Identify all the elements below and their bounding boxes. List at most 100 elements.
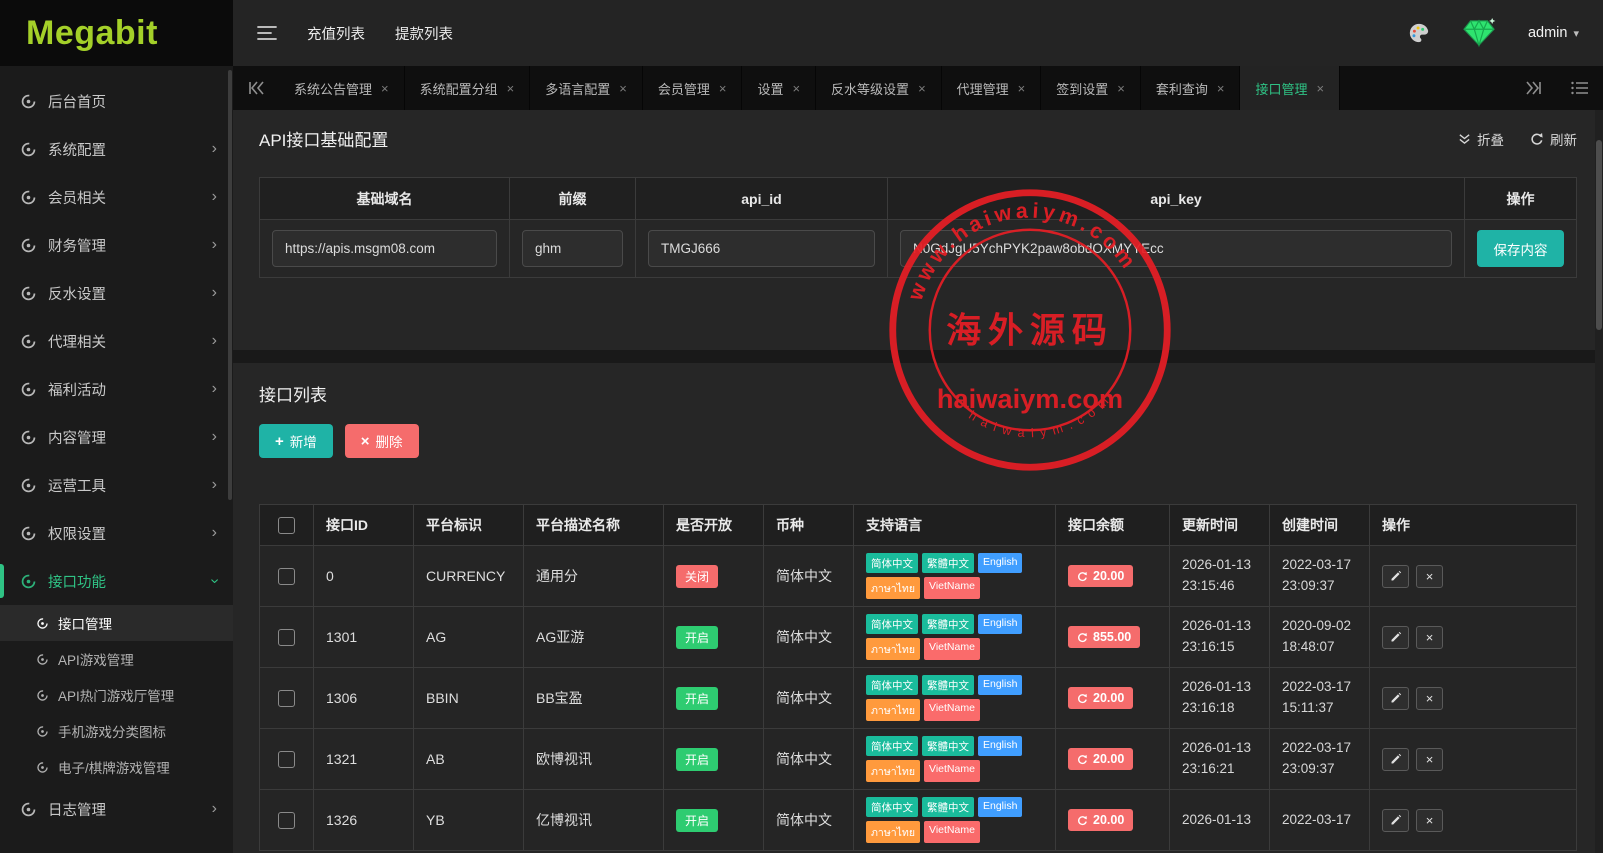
- row-checkbox[interactable]: [278, 629, 295, 646]
- edit-button[interactable]: [1382, 809, 1409, 832]
- sidebar-item-11[interactable]: 日志管理›: [0, 785, 233, 833]
- api-key-input[interactable]: [900, 230, 1452, 267]
- disc-icon: [20, 333, 37, 350]
- row-delete-button[interactable]: ×: [1416, 748, 1443, 771]
- app-logo[interactable]: Megabit: [0, 0, 233, 66]
- tabs-menu-button[interactable]: [1557, 66, 1603, 110]
- tab-close-icon[interactable]: ×: [507, 82, 515, 95]
- row-delete-button[interactable]: ×: [1416, 626, 1443, 649]
- sidebar-item-1[interactable]: 系统配置›: [0, 125, 233, 173]
- sidebar-subitem-4[interactable]: 电子/棋牌游戏管理: [0, 749, 233, 785]
- sidebar-item-7[interactable]: 内容管理›: [0, 413, 233, 461]
- hamburger-menu-icon[interactable]: [257, 25, 277, 41]
- row-delete-button[interactable]: ×: [1416, 809, 1443, 832]
- tab-3[interactable]: 会员管理×: [643, 66, 743, 110]
- collapse-button[interactable]: 折叠: [1458, 129, 1504, 149]
- tab-2[interactable]: 多语言配置×: [530, 66, 643, 110]
- cell-platform-code: AG: [414, 607, 524, 668]
- tab-4[interactable]: 设置×: [742, 66, 816, 110]
- tabs-scroll-left-button[interactable]: [233, 66, 279, 110]
- user-menu[interactable]: admin ▾: [1528, 25, 1579, 41]
- list-column-7: 更新时间: [1170, 505, 1270, 546]
- sidebar-item-4[interactable]: 反水设置›: [0, 269, 233, 317]
- cell-platform-code: YB: [414, 790, 524, 851]
- tab-close-icon[interactable]: ×: [1018, 82, 1026, 95]
- row-delete-button[interactable]: ×: [1416, 687, 1443, 710]
- tab-label: 接口管理: [1255, 79, 1307, 98]
- add-button[interactable]: + 新增: [259, 424, 333, 458]
- cell-updated: 2026-01-1323:15:46: [1170, 546, 1270, 607]
- list-column-3: 是否开放: [664, 505, 764, 546]
- sidebar-item-6[interactable]: 福利活动›: [0, 365, 233, 413]
- row-delete-button[interactable]: ×: [1416, 565, 1443, 588]
- edit-button[interactable]: [1382, 626, 1409, 649]
- sidebar-item-label: 权限设置: [48, 523, 106, 544]
- balance-badge[interactable]: 20.00: [1068, 809, 1133, 831]
- language-badge: 简体中文: [866, 614, 918, 634]
- page-scrollbar-thumb[interactable]: [1596, 140, 1602, 330]
- pencil-icon: [1390, 570, 1402, 582]
- sidebar-item-5[interactable]: 代理相关›: [0, 317, 233, 365]
- sidebar-item-0[interactable]: 后台首页: [0, 77, 233, 125]
- balance-badge[interactable]: 855.00: [1068, 626, 1140, 648]
- config-values-row: 保存内容: [260, 220, 1577, 278]
- nav-recharge-list[interactable]: 充值列表: [307, 23, 365, 44]
- sidebar-subitem-3[interactable]: 手机游戏分类图标: [0, 713, 233, 749]
- row-checkbox[interactable]: [278, 751, 295, 768]
- language-badge: 简体中文: [866, 553, 918, 573]
- prefix-input[interactable]: [522, 230, 623, 267]
- tab-close-icon[interactable]: ×: [381, 82, 389, 95]
- tab-close-icon[interactable]: ×: [918, 82, 926, 95]
- tab-close-icon[interactable]: ×: [1217, 82, 1225, 95]
- edit-button[interactable]: [1382, 748, 1409, 771]
- select-all-checkbox[interactable]: [278, 517, 295, 534]
- row-checkbox[interactable]: [278, 812, 295, 829]
- language-badge: VietName: [924, 638, 980, 660]
- api-id-input[interactable]: [648, 230, 875, 267]
- tab-close-icon[interactable]: ×: [619, 82, 627, 95]
- sidebar: 后台首页系统配置›会员相关›财务管理›反水设置›代理相关›福利活动›内容管理›运…: [0, 66, 233, 853]
- balance-badge[interactable]: 20.00: [1068, 687, 1133, 709]
- tab-close-icon[interactable]: ×: [719, 82, 727, 95]
- tab-7[interactable]: 签到设置×: [1041, 66, 1141, 110]
- theme-palette-icon[interactable]: [1408, 22, 1430, 44]
- sidebar-subitem-1[interactable]: API游戏管理: [0, 641, 233, 677]
- tab-close-icon[interactable]: ×: [792, 82, 800, 95]
- open-state-badge: 开启: [676, 687, 718, 710]
- tab-0[interactable]: 系统公告管理 ×: [279, 66, 405, 110]
- tab-9[interactable]: 接口管理 ×: [1240, 66, 1340, 110]
- tab-6[interactable]: 代理管理×: [942, 66, 1042, 110]
- tab-5[interactable]: 反水等级设置×: [816, 66, 942, 110]
- sidebar-scrollbar[interactable]: [228, 70, 232, 500]
- sidebar-item-8[interactable]: 运营工具›: [0, 461, 233, 509]
- disc-icon: [36, 653, 49, 666]
- page-scrollbar[interactable]: [1595, 110, 1603, 853]
- base-domain-input[interactable]: [272, 230, 497, 267]
- sidebar-item-9[interactable]: 权限设置›: [0, 509, 233, 557]
- save-button[interactable]: 保存内容: [1477, 230, 1564, 267]
- edit-button[interactable]: [1382, 565, 1409, 588]
- cell-platform-name: 通用分: [524, 546, 664, 607]
- balance-badge[interactable]: 20.00: [1068, 748, 1133, 770]
- nav-withdraw-list[interactable]: 提款列表: [395, 23, 453, 44]
- tab-close-icon[interactable]: ×: [1317, 82, 1325, 95]
- tabs-scroll-right-button[interactable]: [1511, 66, 1557, 110]
- sidebar-item-3[interactable]: 财务管理›: [0, 221, 233, 269]
- row-checkbox[interactable]: [278, 690, 295, 707]
- edit-button[interactable]: [1382, 687, 1409, 710]
- tab-8[interactable]: 套利查询×: [1141, 66, 1241, 110]
- sidebar-subitem-2[interactable]: API热门游戏厅管理: [0, 677, 233, 713]
- sidebar-subitem-0[interactable]: 接口管理: [0, 605, 233, 641]
- sidebar-item-10[interactable]: 接口功能›: [0, 557, 233, 605]
- tab-1[interactable]: 系统配置分组×: [405, 66, 531, 110]
- language-badge: 简体中文: [866, 736, 918, 756]
- row-checkbox[interactable]: [278, 568, 295, 585]
- delete-button[interactable]: × 删除: [345, 424, 419, 458]
- tab-label: 系统公告管理: [294, 79, 372, 98]
- tab-close-icon[interactable]: ×: [1117, 82, 1125, 95]
- gem-icon[interactable]: [1460, 17, 1498, 49]
- balance-badge[interactable]: 20.00: [1068, 565, 1133, 587]
- sidebar-item-2[interactable]: 会员相关›: [0, 173, 233, 221]
- refresh-button[interactable]: 刷新: [1530, 129, 1577, 149]
- list-column-2: 平台描述名称: [524, 505, 664, 546]
